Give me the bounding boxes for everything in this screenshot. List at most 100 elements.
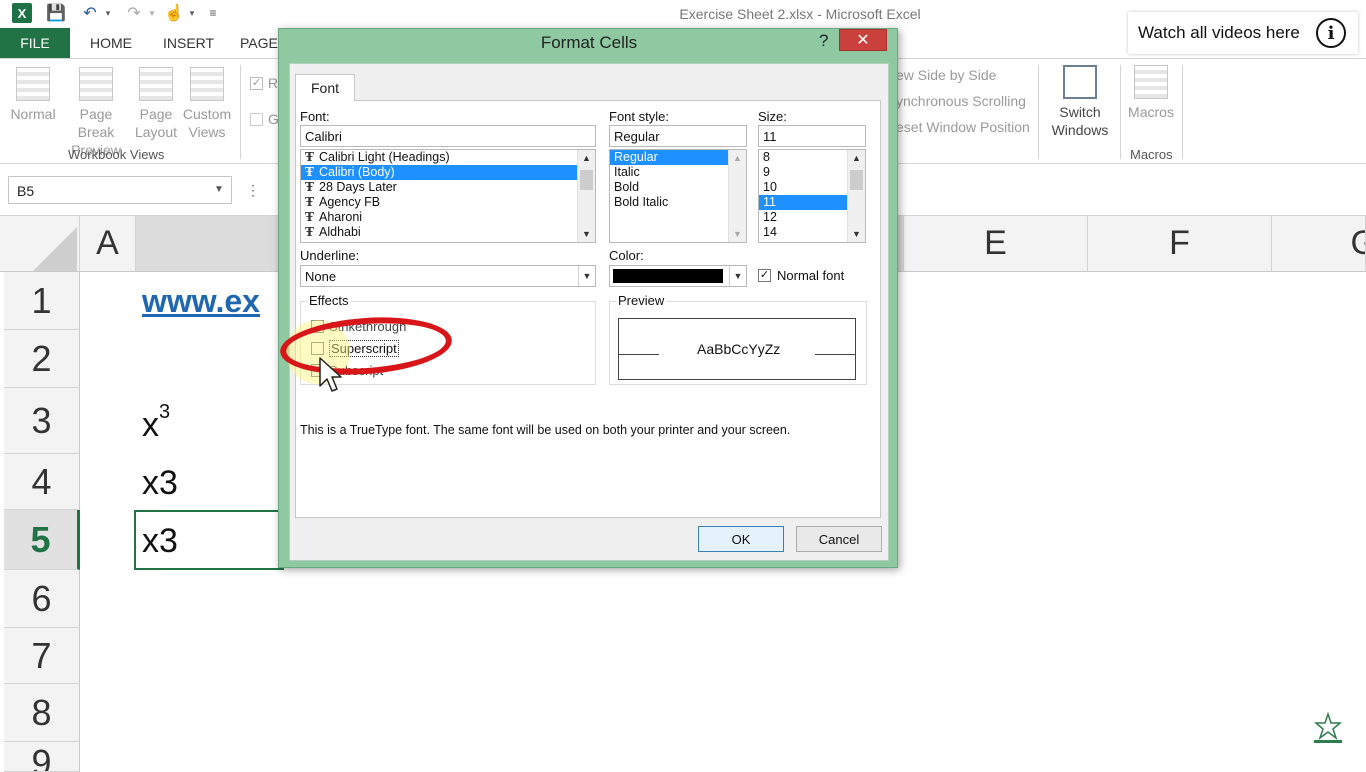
synchronous-scrolling-link[interactable]: ynchronous Scrolling [896,93,1026,109]
font-list-scrollbar[interactable]: ▲ ▼ [577,150,595,242]
column-header-e[interactable]: E [904,216,1088,272]
custom-views-button[interactable]: Custom Views [180,67,234,141]
effects-label: Effects [307,293,351,308]
macros-button[interactable]: Macros [1124,65,1178,121]
cancel-button[interactable]: Cancel [796,526,882,552]
page-layout-button[interactable]: Page Layout [134,67,178,141]
normal-view-button[interactable]: Normal [8,67,58,123]
row-header-4[interactable]: 4 [4,454,80,510]
row-header-3[interactable]: 3 [4,388,80,454]
column-header-g[interactable]: G [1272,216,1366,272]
font-name-input[interactable]: Calibri [300,125,596,147]
ribbon-separator [1038,65,1039,159]
formula-bar-handle-icon[interactable]: ⋮ [246,182,260,199]
scroll-thumb[interactable] [580,170,593,190]
size-list-scrollbar[interactable]: ▲ ▼ [847,150,865,242]
gridlines-checkbox[interactable] [250,113,263,126]
font-list-item[interactable]: Ŧ Calibri (Body) [301,165,595,180]
custom-views-icon [190,67,224,101]
reset-window-position-link[interactable]: eset Window Position [896,119,1030,135]
cell-b1[interactable]: www.ex [142,282,260,321]
scroll-up-icon[interactable]: ▲ [848,150,865,166]
tab-font[interactable]: Font [295,74,355,101]
size-label: Size: [758,109,787,124]
scroll-thumb[interactable] [850,170,863,190]
info-icon[interactable]: i [1316,18,1346,48]
page-break-icon [79,67,113,101]
ruler-checkbox[interactable]: ✓ [250,77,263,90]
tab-file[interactable]: FILE [0,28,70,58]
customize-qat-icon[interactable]: ≡ [206,3,220,23]
watch-videos-text: Watch all videos here [1138,23,1300,42]
truetype-icon: Ŧ [305,195,314,209]
font-list-item[interactable]: Ŧ Agency FB [301,195,595,210]
size-list[interactable]: 8 9 10 11 12 14 ▲ ▼ [758,149,866,243]
scroll-down-icon[interactable]: ▼ [729,226,746,242]
normal-font-checkbox[interactable]: ✓ [758,269,771,282]
preview-text: AaBbCcYyZz [697,341,781,357]
close-button[interactable]: ✕ [839,29,887,51]
font-list-item[interactable]: Ŧ Aharoni [301,210,595,225]
preview-box: AaBbCcYyZz [618,318,856,380]
preview-label: Preview [616,293,667,308]
superscript-exponent: 3 [159,400,171,423]
row-header-5[interactable]: 5 [4,510,80,570]
undo-dropdown-icon[interactable]: ▾ [102,3,114,23]
font-style-list-item[interactable]: Italic [610,165,746,180]
normal-font-label: Normal font [777,268,845,283]
chevron-down-icon: ▼ [578,266,595,286]
switch-windows-button[interactable]: Switch Windows [1044,65,1116,139]
cell-b3[interactable]: x3 [142,401,170,445]
help-icon[interactable]: ? [819,31,828,51]
row-header-7[interactable]: 7 [4,628,80,684]
scroll-down-icon[interactable]: ▼ [848,226,865,242]
color-swatch [613,269,723,283]
cell-b4[interactable]: x3 [142,464,178,503]
undo-icon[interactable]: ↶ [80,3,100,23]
font-style-list-item[interactable]: Bold [610,180,746,195]
row-header-8[interactable]: 8 [4,684,80,742]
row-header-2[interactable]: 2 [4,330,80,388]
name-box[interactable]: B5 [8,176,232,204]
row-header-1[interactable]: 1 [4,272,80,330]
underline-select[interactable]: None ▼ [300,265,596,287]
redo-icon[interactable]: ↷ [124,3,144,23]
column-header-a[interactable]: A [80,216,136,272]
size-input[interactable]: 11 [758,125,866,147]
name-box-dropdown-icon[interactable]: ▼ [214,184,224,195]
row-header-6[interactable]: 6 [4,570,80,628]
font-style-label: Font style: [609,109,669,124]
touch-mode-icon[interactable]: ☝ [164,3,184,23]
font-style-list-item[interactable]: Bold Italic [610,195,746,210]
save-icon[interactable]: 💾 [46,3,66,23]
font-tab-panel: Font: Calibri Ŧ Calibri Light (Headings) Ŧ… [295,100,881,518]
excel-logo-icon: X [12,3,32,23]
font-style-list[interactable]: Regular Italic Bold Bold Italic ▲ ▼ [609,149,747,243]
font-list[interactable]: Ŧ Calibri Light (Headings) Ŧ Calibri (Body)… [300,149,596,243]
tab-page-layout[interactable]: PAGE [240,35,278,51]
preview-group: Preview AaBbCcYyZz [609,293,867,385]
scroll-up-icon[interactable]: ▲ [729,150,746,166]
color-select[interactable]: ▼ [609,265,747,287]
font-style-list-item[interactable]: Regular [610,150,746,165]
select-all-corner[interactable] [0,216,80,272]
ok-button[interactable]: OK [698,526,784,552]
column-header-f[interactable]: F [1088,216,1272,272]
normal-view-icon [16,67,50,101]
touch-dropdown-icon[interactable]: ▾ [186,3,198,23]
ribbon-separator [1182,65,1183,159]
font-list-item[interactable]: Ŧ 28 Days Later [301,180,595,195]
website-link[interactable]: www.ex [142,283,260,319]
font-style-scrollbar[interactable]: ▲ ▼ [728,150,746,242]
scroll-up-icon[interactable]: ▲ [578,150,595,166]
watch-videos-banner[interactable]: Watch all videos here i [1128,12,1358,54]
view-side-by-side-link[interactable]: ew Side by Side [896,67,996,83]
page-break-preview-button[interactable]: Page Break Preview [60,67,132,159]
tab-home[interactable]: HOME [90,35,132,51]
tab-insert[interactable]: INSERT [163,35,214,51]
scroll-down-icon[interactable]: ▼ [578,226,595,242]
font-list-item[interactable]: Ŧ Aldhabi [301,225,595,240]
font-style-input[interactable]: Regular [609,125,747,147]
redo-dropdown-icon[interactable]: ▾ [146,3,158,23]
font-list-item[interactable]: Ŧ Calibri Light (Headings) [301,150,595,165]
